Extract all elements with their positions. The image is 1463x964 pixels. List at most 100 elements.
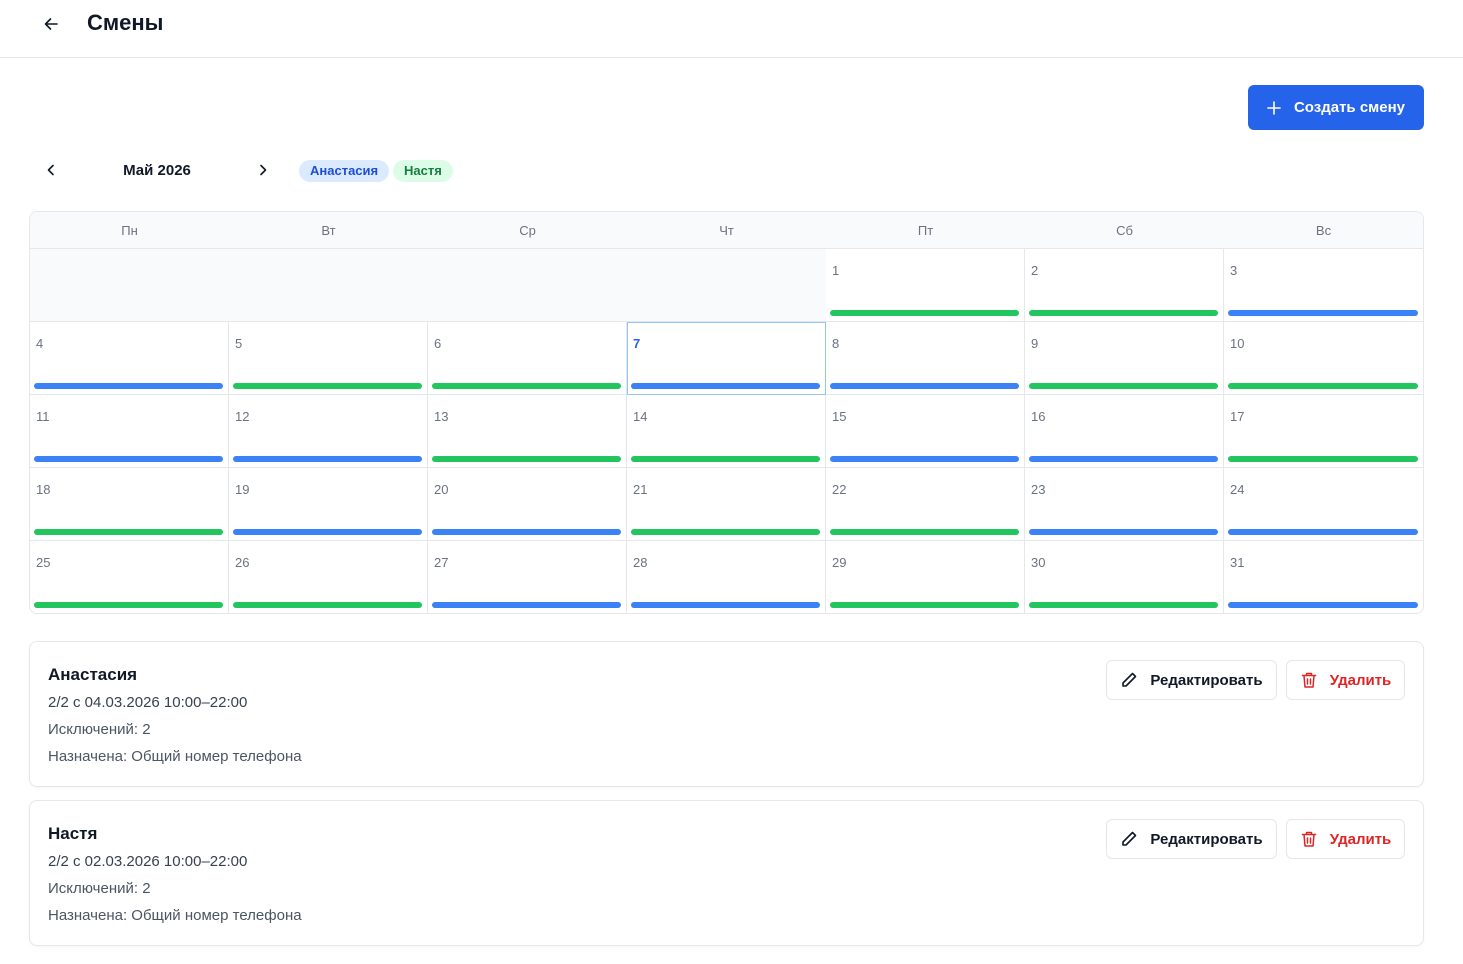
calendar-day[interactable]: 2 — [1025, 249, 1224, 322]
calendar-day[interactable]: 20 — [428, 468, 627, 541]
legend-chip-anastasia[interactable]: Анастасия — [299, 160, 390, 182]
shift-bar[interactable] — [1228, 383, 1418, 389]
calendar-day[interactable]: 10 — [1224, 322, 1423, 395]
shift-bar[interactable] — [631, 529, 820, 535]
shift-bar[interactable] — [1029, 456, 1218, 462]
weekday-label: Вс — [1315, 223, 1332, 238]
shift-bar[interactable] — [1228, 310, 1418, 316]
shift-bar[interactable] — [432, 456, 621, 462]
calendar-day[interactable]: 15 — [826, 395, 1025, 468]
shift-bar[interactable] — [1029, 602, 1218, 608]
calendar-day[interactable]: 27 — [428, 541, 627, 613]
shift-bar[interactable] — [233, 529, 422, 535]
shift-bar[interactable] — [34, 456, 223, 462]
shift-bar[interactable] — [631, 602, 820, 608]
shift-bar[interactable] — [1029, 529, 1218, 535]
edit-shift-button[interactable]: Редактировать — [1106, 819, 1277, 859]
shift-bar[interactable] — [631, 456, 820, 462]
day-number: 10 — [1230, 336, 1245, 351]
day-number: 27 — [434, 555, 449, 570]
calendar-day[interactable]: 6 — [428, 322, 627, 395]
weekday-label: Чт — [719, 223, 734, 238]
calendar-day[interactable]: 17 — [1224, 395, 1423, 468]
calendar-day[interactable]: 8 — [826, 322, 1025, 395]
delete-shift-button[interactable]: Удалить — [1286, 819, 1405, 859]
shift-bar[interactable] — [1029, 383, 1218, 389]
calendar-day[interactable]: 21 — [627, 468, 826, 541]
shift-bar[interactable] — [830, 529, 1019, 535]
delete-shift-button[interactable]: Удалить — [1286, 660, 1405, 700]
day-number: 15 — [832, 409, 847, 424]
weekday-header: Пн Вт Ср Чт Пт Сб Вс — [30, 212, 1423, 249]
next-month-button[interactable] — [252, 159, 274, 181]
shift-bar[interactable] — [1228, 529, 1418, 535]
calendar-day[interactable]: 29 — [826, 541, 1025, 613]
day-number: 16 — [1031, 409, 1046, 424]
calendar-day[interactable]: 5 — [229, 322, 428, 395]
day-number: 14 — [633, 409, 648, 424]
top-bar: Смены — [0, 0, 1463, 58]
day-number: 12 — [235, 409, 250, 424]
shift-bar[interactable] — [830, 456, 1019, 462]
create-shift-label: Создать смену — [1293, 99, 1406, 116]
calendar-day[interactable]: 28 — [627, 541, 826, 613]
shift-bar[interactable] — [830, 602, 1019, 608]
calendar-day[interactable]: 12 — [229, 395, 428, 468]
day-number: 25 — [36, 555, 51, 570]
calendar-day[interactable]: 11 — [30, 395, 229, 468]
shift-bar[interactable] — [1029, 310, 1218, 316]
calendar-day[interactable]: 14 — [627, 395, 826, 468]
calendar-day[interactable]: 26 — [229, 541, 428, 613]
day-number: 2 — [1031, 263, 1039, 278]
shift-bar[interactable] — [233, 456, 422, 462]
shift-bar[interactable] — [830, 310, 1019, 316]
calendar-day[interactable]: 30 — [1025, 541, 1224, 613]
day-number: 7 — [633, 336, 641, 351]
calendar-day[interactable]: 25 — [30, 541, 229, 613]
arrow-left-icon — [44, 18, 58, 30]
calendar-day[interactable]: 7 — [627, 322, 826, 395]
create-shift-button[interactable]: Создать смену — [1248, 85, 1424, 130]
day-number: 20 — [434, 482, 449, 497]
calendar-day[interactable]: 16 — [1025, 395, 1224, 468]
shift-bar[interactable] — [34, 383, 223, 389]
calendar-day[interactable]: 4 — [30, 322, 229, 395]
calendar-day[interactable]: 3 — [1224, 249, 1423, 322]
calendar-day[interactable]: 23 — [1025, 468, 1224, 541]
shift-bar[interactable] — [233, 383, 422, 389]
calendar-day[interactable]: 31 — [1224, 541, 1423, 613]
shift-bar[interactable] — [233, 602, 422, 608]
weekday-label: Сб — [1116, 223, 1133, 238]
shift-schedule: 2/2 с 04.03.2026 10:00–22:00 — [48, 694, 248, 711]
shift-bar[interactable] — [830, 383, 1019, 389]
calendar-day[interactable]: 13 — [428, 395, 627, 468]
calendar-day[interactable]: 18 — [30, 468, 229, 541]
edit-shift-button[interactable]: Редактировать — [1106, 660, 1277, 700]
shift-bar[interactable] — [432, 383, 621, 389]
shift-bar[interactable] — [34, 602, 223, 608]
back-button[interactable] — [38, 11, 64, 37]
pencil-icon — [1122, 831, 1137, 846]
page-title: Смены — [87, 10, 164, 35]
empty-days — [30, 249, 827, 322]
calendar-day[interactable]: 24 — [1224, 468, 1423, 541]
shift-bar[interactable] — [34, 529, 223, 535]
calendar-day[interactable]: 1 — [826, 249, 1025, 322]
day-number: 30 — [1031, 555, 1046, 570]
shift-assigned: Назначена: Общий номер телефона — [48, 748, 302, 765]
calendar-day[interactable]: 9 — [1025, 322, 1224, 395]
calendar-day[interactable]: 19 — [229, 468, 428, 541]
edit-label: Редактировать — [1150, 671, 1263, 689]
calendar-day[interactable]: 22 — [826, 468, 1025, 541]
day-number: 23 — [1031, 482, 1046, 497]
shift-bar[interactable] — [1228, 602, 1418, 608]
shift-bar[interactable] — [631, 383, 820, 389]
day-number: 11 — [36, 409, 50, 424]
shift-bar[interactable] — [432, 529, 621, 535]
shift-assigned: Назначена: Общий номер телефона — [48, 907, 302, 924]
trash-icon — [1301, 831, 1316, 847]
legend-chip-nastya[interactable]: Настя — [393, 160, 453, 182]
shift-bar[interactable] — [432, 602, 621, 608]
shift-bar[interactable] — [1228, 456, 1418, 462]
prev-month-button[interactable] — [40, 159, 62, 181]
